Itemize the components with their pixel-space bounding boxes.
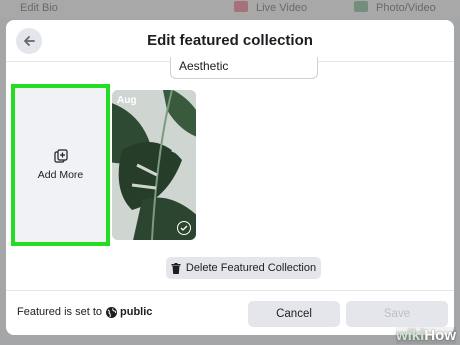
edit-featured-collection-dialog: Edit featured collection Aesthetic Add M…: [6, 20, 454, 335]
monstera-leaf-image: [112, 90, 196, 240]
story-thumbnail[interactable]: Aug: [112, 90, 196, 240]
add-more-button[interactable]: Add More: [11, 84, 110, 246]
dialog-title: Edit featured collection: [147, 32, 313, 49]
globe-icon: [106, 306, 117, 318]
story-date: Aug: [117, 95, 137, 106]
dialog-header: Edit featured collection: [6, 20, 454, 62]
delete-featured-collection-button[interactable]: Delete Featured Collection: [166, 257, 321, 279]
add-more-label: Add More: [37, 169, 84, 181]
audience-prefix: Featured is set to: [17, 306, 102, 318]
cancel-button[interactable]: Cancel: [248, 301, 340, 327]
dialog-footer: Featured is set to public Cancel Save: [6, 290, 454, 335]
save-button[interactable]: Save: [346, 301, 448, 327]
check-icon[interactable]: [177, 221, 191, 235]
collection-name-field[interactable]: Aesthetic: [170, 57, 318, 79]
audience-status: Featured is set to public: [17, 306, 152, 318]
wikihow-watermark: wikiHow: [395, 327, 456, 344]
delete-label: Delete Featured Collection: [185, 262, 317, 274]
audience-value[interactable]: public: [120, 306, 152, 318]
add-photos-icon: [53, 149, 68, 163]
trash-icon: [171, 262, 181, 274]
